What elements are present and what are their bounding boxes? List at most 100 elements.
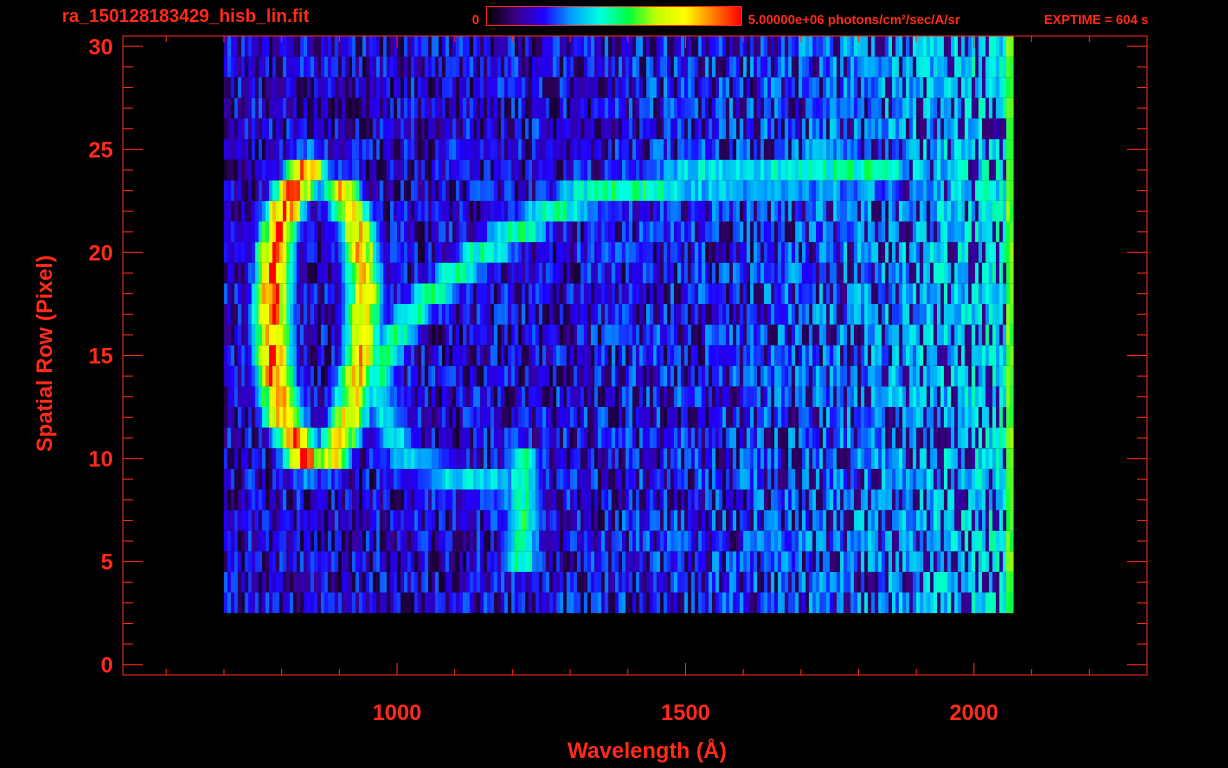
heatmap-cell [227, 530, 232, 552]
heatmap-cell [698, 180, 703, 201]
heatmap-cell [632, 407, 637, 428]
heatmap-cell [957, 242, 962, 263]
heatmap-cell [957, 386, 962, 407]
heatmap-cell [452, 159, 457, 181]
heatmap-cell [715, 427, 720, 449]
heatmap-cell [767, 159, 772, 181]
heatmap-cell [937, 489, 941, 511]
heatmap-cell [836, 489, 841, 511]
heatmap-cell [1006, 345, 1011, 366]
heatmap-cell [767, 262, 772, 284]
heatmap-cell [618, 571, 623, 593]
heatmap-cell [937, 262, 941, 284]
heatmap-cell [1002, 200, 1007, 222]
heatmap-cell [819, 200, 824, 222]
heatmap-cell [376, 510, 381, 531]
heatmap-cell [950, 468, 955, 490]
heatmap-cell [507, 324, 512, 346]
heatmap-cell [341, 324, 346, 346]
heatmap-cell [902, 448, 907, 469]
heatmap-cell [691, 386, 696, 407]
heatmap-cell [694, 159, 699, 181]
heatmap-cell [452, 571, 457, 593]
heatmap-cell [815, 468, 820, 490]
heatmap-cell [407, 468, 412, 490]
heatmap-cell [705, 180, 709, 201]
heatmap-cell [878, 448, 883, 469]
heatmap-cell [435, 365, 439, 387]
heatmap-cell [961, 262, 966, 284]
heatmap-cell [660, 304, 664, 325]
heatmap-cell [289, 592, 294, 614]
heatmap-cell [892, 386, 896, 407]
heatmap-cell [573, 283, 578, 304]
heatmap-cell [933, 386, 938, 407]
heatmap-cell [608, 510, 613, 531]
heatmap-cell [957, 427, 962, 449]
heatmap-cell [493, 242, 498, 263]
heatmap-cell [746, 324, 751, 346]
heatmap-cell [975, 283, 979, 304]
heatmap-cell [829, 592, 834, 614]
heatmap-cell [802, 221, 806, 243]
heatmap-cell [542, 386, 547, 407]
heatmap-cell [774, 283, 779, 304]
heatmap-cell [677, 592, 682, 614]
heatmap-cell [791, 221, 796, 243]
heatmap-cell [701, 551, 706, 572]
heatmap-cell [545, 427, 550, 449]
heatmap-cell [985, 180, 990, 201]
heatmap-cell [743, 386, 748, 407]
heatmap-cell [784, 489, 789, 511]
heatmap-cell [601, 571, 606, 593]
heatmap-cell [459, 448, 464, 469]
heatmap-cell [992, 530, 997, 552]
heatmap-cell [622, 551, 626, 572]
heatmap-cell [386, 242, 391, 263]
heatmap-cell [808, 386, 813, 407]
heatmap-cell [577, 592, 581, 614]
heatmap-cell [244, 407, 249, 428]
heatmap-cell [940, 324, 945, 346]
heatmap-cell [452, 262, 457, 284]
heatmap-cell [286, 180, 291, 201]
heatmap-cell [601, 510, 606, 531]
heatmap-cell [757, 551, 761, 572]
heatmap-cell [307, 448, 311, 469]
heatmap-cell [379, 551, 384, 572]
heatmap-cell [608, 180, 613, 201]
heatmap-cell [445, 283, 450, 304]
heatmap-cell [677, 551, 682, 572]
heatmap-cell [1002, 221, 1007, 243]
heatmap-cell [563, 345, 568, 366]
heatmap-cell [455, 324, 460, 346]
heatmap-cell [667, 262, 671, 284]
heatmap-cell [732, 283, 737, 304]
heatmap-cell [919, 283, 924, 304]
heatmap-cell [950, 324, 955, 346]
heatmap-cell [843, 510, 848, 531]
heatmap-cell [992, 551, 997, 572]
heatmap-cell [916, 365, 921, 387]
heatmap-cell [898, 427, 903, 449]
heatmap-cell [888, 345, 893, 366]
heatmap-cell [923, 180, 928, 201]
heatmap-cell [386, 592, 391, 614]
heatmap-cell [435, 304, 439, 325]
heatmap-cell [892, 304, 896, 325]
heatmap-cell [272, 551, 277, 572]
heatmap-cell [805, 180, 810, 201]
heatmap-cell [874, 221, 879, 243]
heatmap-image [224, 36, 1014, 614]
heatmap-cell [850, 386, 855, 407]
heatmap-cell [248, 304, 253, 325]
heatmap-cell [712, 324, 716, 346]
heatmap-cell [860, 551, 865, 572]
heatmap-cell [341, 159, 346, 181]
heatmap-cell [898, 448, 903, 469]
heatmap-cell [549, 324, 554, 346]
heatmap-cell [296, 448, 301, 469]
heatmap-cell [909, 468, 914, 490]
heatmap-cell [397, 262, 401, 284]
heatmap-cell [995, 262, 1000, 284]
